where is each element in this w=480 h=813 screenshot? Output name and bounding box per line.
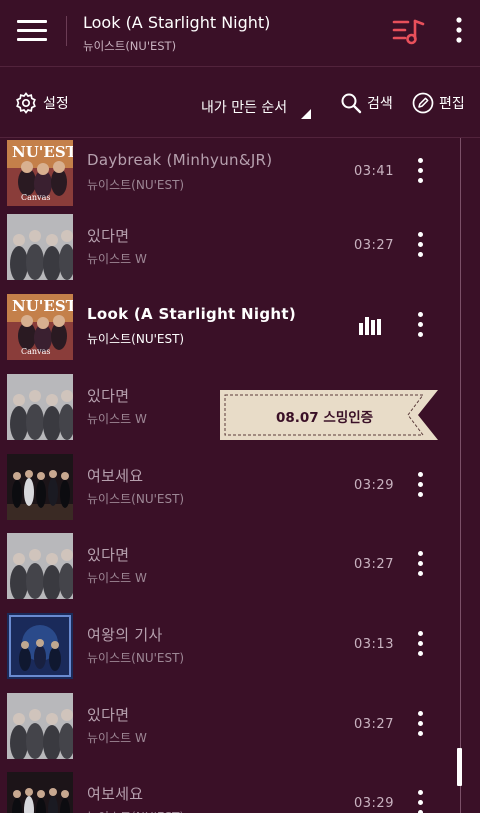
track-row[interactable]: 여보세요뉴이스트(NU'EST) 03:29 (0, 454, 458, 534)
track-title: 여보세요 (87, 467, 144, 485)
album-art (7, 693, 73, 759)
track-artist: 뉴이스트 W (87, 252, 147, 266)
streaming-badge-text: 08.07 스밍인증 (276, 410, 374, 426)
more-vertical-icon[interactable] (448, 14, 470, 48)
track-title: 있다면 (87, 387, 130, 405)
playlist-music-icon[interactable] (392, 18, 426, 46)
dropdown-triangle-icon[interactable] (301, 109, 311, 119)
track-duration: 03:29 (354, 796, 394, 811)
search-button[interactable]: 검색 (340, 92, 393, 114)
more-vertical-icon[interactable] (410, 308, 430, 342)
more-vertical-icon[interactable] (410, 154, 430, 188)
playing-equalizer-icon (359, 317, 385, 335)
album-logo-text: NU'EST (12, 297, 73, 315)
track-duration: 03:27 (354, 238, 394, 253)
track-artist: 뉴이스트(NU'EST) (87, 332, 185, 346)
track-artist: 뉴이스트 W (87, 571, 147, 585)
more-vertical-icon[interactable] (410, 707, 430, 741)
more-vertical-icon[interactable] (410, 627, 430, 661)
hamburger-menu-icon[interactable] (17, 18, 47, 44)
search-icon (341, 93, 362, 114)
track-row[interactable]: 여보세요뉴이스트(NU'EST) 03:29 (0, 772, 458, 813)
track-duration: 03:41 (354, 164, 394, 179)
album-sub-text: Canvas (21, 347, 50, 356)
app-header: Look (A Starlight Night) 뉴이스트(NU'EST) (0, 0, 480, 67)
gear-icon (16, 92, 36, 114)
track-row[interactable]: NU'EST Canvas Daybreak (Minhyun&JR) 뉴이스트(NU… (0, 140, 458, 220)
track-duration: 03:27 (354, 557, 394, 572)
now-playing-artist: 뉴이스트(NU'EST) (83, 39, 177, 53)
settings-button[interactable]: 설정 (15, 92, 69, 114)
sort-dropdown[interactable]: 내가 만든 순서 (201, 97, 287, 117)
album-art (7, 772, 73, 813)
track-artist: 뉴이스트(NU'EST) (87, 651, 185, 665)
track-title: 있다면 (87, 227, 130, 245)
track-duration: 03:27 (354, 717, 394, 732)
search-label: 검색 (367, 96, 393, 112)
track-row[interactable]: 있다면뉴이스트 W 03:27 (0, 214, 458, 294)
track-list[interactable]: NU'EST Canvas Daybreak (Minhyun&JR) 뉴이스트(NU… (0, 138, 480, 813)
album-art (7, 533, 73, 599)
album-art: NU'EST Canvas (7, 140, 73, 206)
track-artist: 뉴이스트(NU'EST) (87, 178, 185, 192)
more-vertical-icon[interactable] (410, 547, 430, 581)
track-title: Look (A Starlight Night) (87, 305, 296, 323)
track-row[interactable]: 있다면뉴이스트 W 03:27 (0, 693, 458, 773)
album-art (7, 454, 73, 520)
track-title: 있다면 (87, 546, 130, 564)
scrollbar-track[interactable] (460, 138, 461, 813)
list-toolbar: 설정 내가 만든 순서 검색 편집 (0, 67, 480, 138)
album-art (7, 374, 73, 440)
edit-button[interactable]: 편집 (412, 92, 465, 114)
album-art (7, 613, 73, 679)
album-art (7, 214, 73, 280)
more-vertical-icon[interactable] (410, 228, 430, 262)
more-vertical-icon[interactable] (410, 468, 430, 502)
track-artist: 뉴이스트(NU'EST) (87, 808, 184, 813)
track-duration: 03:29 (354, 478, 394, 493)
settings-label: 설정 (43, 96, 69, 112)
track-artist: 뉴이스트(NU'EST) (87, 492, 185, 506)
album-art: NU'EST Canvas (7, 294, 73, 360)
track-artist: 뉴이스트 W (87, 731, 147, 745)
now-playing-title[interactable]: Look (A Starlight Night) (83, 13, 270, 32)
more-vertical-icon[interactable] (410, 786, 430, 813)
track-row[interactable]: 여왕의 기사뉴이스트(NU'EST) 03:13 (0, 613, 458, 693)
track-title: 여보세요 (87, 785, 144, 803)
scrollbar-thumb[interactable] (457, 748, 462, 786)
track-duration: 03:13 (354, 637, 394, 652)
header-divider (66, 16, 67, 46)
track-title: Daybreak (Minhyun&JR) (87, 151, 273, 169)
edit-label: 편집 (439, 96, 465, 112)
track-title: 있다면 (87, 706, 130, 724)
pencil-circle-icon (412, 92, 434, 114)
album-sub-text: Canvas (21, 193, 50, 202)
track-row[interactable]: NU'EST Canvas Look (A Starlight Night) 뉴이스트… (0, 294, 458, 374)
album-logo-text: NU'EST (12, 143, 73, 161)
track-row[interactable]: 있다면뉴이스트 W 03:27 (0, 533, 458, 613)
track-artist: 뉴이스트 W (87, 412, 147, 426)
track-title: 여왕의 기사 (87, 626, 163, 644)
